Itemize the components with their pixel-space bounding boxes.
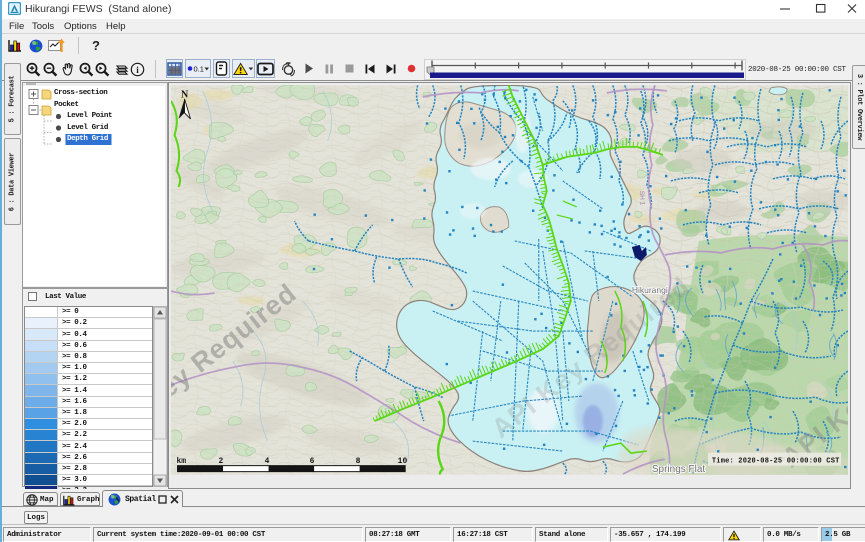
svg-text:4: 4: [264, 457, 269, 466]
svg-text:10: 10: [397, 457, 407, 466]
svg-text:2: 2: [218, 457, 223, 466]
svg-text:8: 8: [355, 457, 360, 466]
svg-text:Hikurangi: Hikurangi: [631, 285, 667, 295]
svg-text:0.1: 0.1: [194, 65, 204, 74]
svg-text:km: km: [176, 457, 186, 466]
svg-text:Springs Flat: Springs Flat: [651, 464, 705, 475]
svg-text:SH 1: SH 1: [637, 190, 645, 205]
svg-text:Time: 2020-08-25 00:00:00 CST: Time: 2020-08-25 00:00:00 CST: [711, 457, 839, 465]
svg-text:6: 6: [309, 457, 314, 466]
svg-text:i: i: [136, 65, 139, 75]
svg-text:N: N: [181, 89, 189, 100]
